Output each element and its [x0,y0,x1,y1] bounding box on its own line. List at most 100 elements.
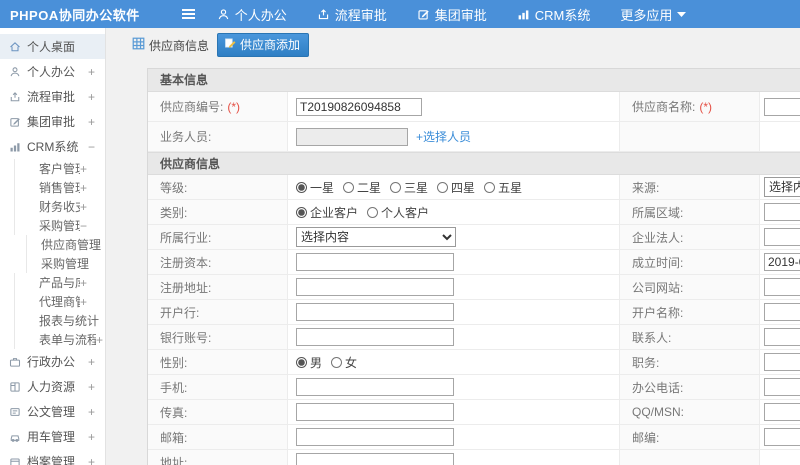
supplier-name-label: 供应商名称: (*) [620,92,760,121]
add-form-icon [224,37,236,52]
sidebar-item-supplier-mgmt[interactable]: 供应商管理 [26,235,105,254]
qq-msn-input[interactable] [764,403,800,421]
nav-personal-office[interactable]: 个人办公 [217,5,287,24]
tab-supplier-add[interactable]: 供应商添加 [217,33,310,57]
grade-radio-3[interactable] [390,181,402,193]
grade-radio-group: 一星 二星 三星 四星 五星 [288,175,620,199]
user-icon [9,66,21,78]
home-icon [9,41,21,53]
book-icon [9,381,21,393]
form-row: 传真: QQ/MSN: [148,400,800,425]
office-phone-input[interactable] [764,378,800,396]
grade-radio-1[interactable] [296,181,307,193]
sidebar: 个人桌面 个人办公 + 流程审批 + 集团审批 + CRM系统 − 客户管理 + [0,28,106,465]
reg-address-label: 注册地址: [148,275,288,299]
email-label: 邮箱: [148,425,288,449]
main-content: 供应商信息 供应商添加 基本信息 供应商编号: (*) T20190826094… [106,28,800,465]
sidebar-item-hr[interactable]: 人力资源 + [0,374,105,399]
sidebar-item-personal-office[interactable]: 个人办公 + [0,59,105,84]
sidebar-item-crm[interactable]: CRM系统 − [0,134,105,159]
sidebar-item-archive-mgmt[interactable]: 档案管理 + [0,449,105,465]
category-radio-group: 企业客户 个人客户 [288,200,620,224]
supplier-code-label: 供应商编号: (*) [148,92,288,121]
address-label: 地址: [148,450,288,465]
form-row: 类别: 企业客户 个人客户 所属区域: [148,200,800,225]
nav-group-approval[interactable]: 集团审批 [417,5,487,24]
gender-radio-female[interactable] [331,356,343,368]
app-logo: PHPOA协同办公软件 [10,7,140,23]
position-input[interactable] [764,353,800,371]
address-input[interactable] [296,453,454,465]
supplier-name-input[interactable] [764,97,800,116]
briefcase-icon [9,356,21,368]
document-icon [9,406,21,418]
legal-person-label: 企业法人: [620,225,760,249]
category-label: 类别: [148,200,288,224]
zip-input[interactable] [764,428,800,446]
grade-radio-4[interactable] [437,181,449,193]
tab-bar: 供应商信息 供应商添加 [106,28,800,62]
tab-supplier-info[interactable]: 供应商信息 [132,37,209,54]
sidebar-item-finance[interactable]: 财务收支 + [14,197,105,216]
form-row: 银行账号: 联系人: [148,325,800,350]
sidebar-item-product-inventory[interactable]: 产品与库存 + [14,273,105,292]
sidebar-item-workflow-approval[interactable]: 流程审批 + [0,84,105,109]
mobile-label: 手机: [148,375,288,399]
sidebar-item-sales-mgmt[interactable]: 销售管理 + [14,178,105,197]
grade-radio-2[interactable] [343,181,355,193]
contact-label: 联系人: [620,325,760,349]
edit-icon [417,8,430,21]
position-label: 职务: [620,350,760,374]
supplier-add-form: 基本信息 供应商编号:(*) 供应商名称:(*) [147,68,800,465]
sidebar-item-agent-mgmt[interactable]: 代理商管理 + [14,292,105,311]
legal-person-input[interactable] [764,228,800,246]
zip-label: 邮编: [620,425,760,449]
topbar: PHPOA协同办公软件 个人办公 流程审批 集团审批 CRM系统 更多应用 [0,0,800,28]
industry-select[interactable]: 选择内容 [296,227,456,247]
gender-radio-male[interactable] [296,356,307,368]
email-input[interactable] [296,428,454,446]
mobile-input[interactable] [296,378,454,396]
fax-input[interactable] [296,403,454,421]
sidebar-item-group-approval[interactable]: 集团审批 + [0,109,105,134]
sidebar-item-vehicle-mgmt[interactable]: 用车管理 + [0,424,105,449]
registered-capital-input[interactable] [296,253,454,271]
sidebar-item-purchase-mgmt-sub[interactable]: 采购管理 [26,254,105,273]
nav-workflow-approval[interactable]: 流程审批 [317,5,387,24]
website-label: 公司网站: [620,275,760,299]
region-input[interactable] [764,203,800,221]
select-staff-link[interactable]: +选择人员 [416,128,471,145]
category-radio-personal[interactable] [367,206,379,218]
nav-crm-system[interactable]: CRM系统 [517,5,590,24]
contact-input[interactable] [764,328,800,346]
bank-input[interactable] [296,303,454,321]
sidebar-item-admin-office[interactable]: 行政办公 + [0,349,105,374]
staff-input[interactable] [296,127,408,146]
grade-radio-5[interactable] [484,181,496,193]
sidebar-item-customer-mgmt[interactable]: 客户管理 + [14,159,105,178]
account-name-input[interactable] [764,303,800,321]
form-row: 所属行业: 选择内容 企业法人: [148,225,800,250]
nav-more-apps[interactable]: 更多应用 [620,5,687,24]
sidebar-item-purchase-mgmt[interactable]: 采购管理 − [14,216,105,235]
sidebar-item-desktop[interactable]: 个人桌面 [0,34,105,59]
supplier-code-input[interactable] [296,97,422,116]
website-input[interactable] [764,278,800,296]
menu-toggle-icon[interactable] [181,9,195,19]
sidebar-item-reports[interactable]: 报表与统计 [14,311,105,330]
region-label: 所属区域: [620,200,760,224]
sidebar-item-form-flow-settings[interactable]: 表单与流程设置 + [14,330,105,349]
caret-down-icon [677,11,687,17]
source-select[interactable]: 选择内容 [764,177,800,197]
upload-icon [9,91,21,103]
form-row: 开户行: 开户名称: [148,300,800,325]
registered-address-input[interactable] [296,278,454,296]
bank-account-input[interactable] [296,328,454,346]
form-row: 供应商编号:(*) 供应商名称:(*) [148,92,800,122]
establish-date-input[interactable] [764,253,800,271]
account-name-label: 开户名称: [620,300,760,324]
chart-icon [517,8,530,21]
sidebar-item-document-mgmt[interactable]: 公文管理 + [0,399,105,424]
category-radio-company[interactable] [296,206,307,218]
fax-label: 传真: [148,400,288,424]
